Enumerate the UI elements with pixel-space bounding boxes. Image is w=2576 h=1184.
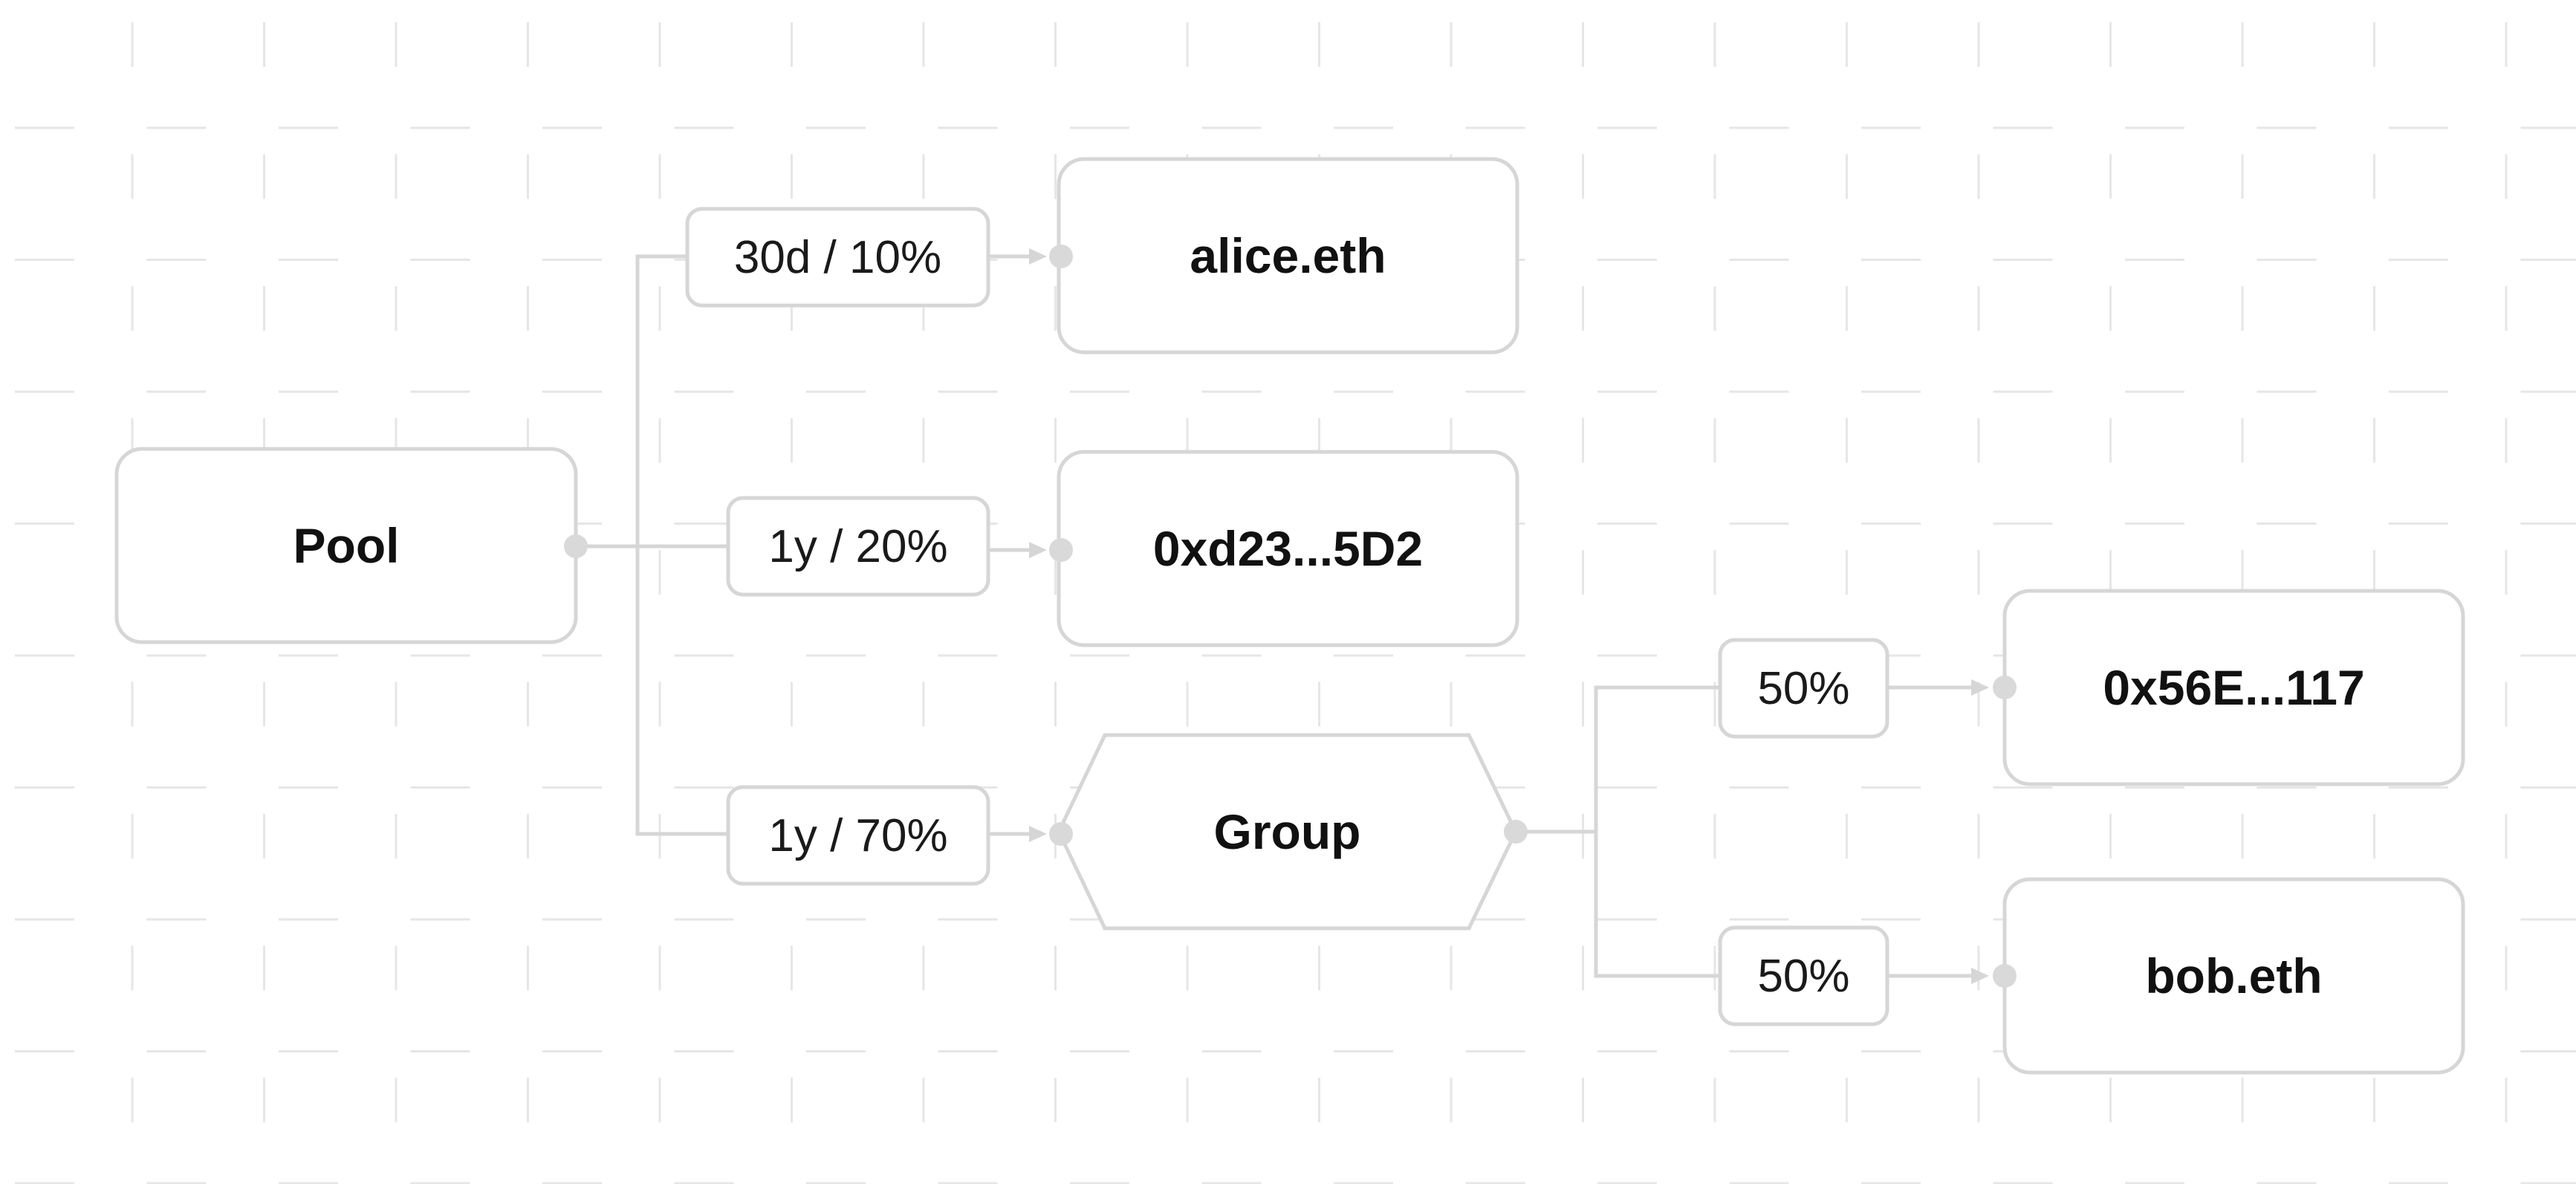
connector-group-bob bbox=[1594, 832, 1720, 978]
handle-pool-out[interactable] bbox=[564, 534, 588, 558]
node-bob-box bbox=[2002, 877, 2465, 1075]
handle-group-out[interactable] bbox=[1504, 820, 1528, 844]
arrowhead-bob bbox=[1971, 968, 1989, 984]
connector-pool-alice bbox=[577, 254, 687, 549]
handle-addr1-in[interactable] bbox=[1049, 538, 1073, 562]
handle-bob-in[interactable] bbox=[1993, 964, 2017, 988]
node-addr2-box bbox=[2002, 589, 2465, 786]
connector-pool-group bbox=[635, 546, 728, 836]
edge-label-addr2-box bbox=[1718, 638, 1889, 739]
edge-label-group-box bbox=[726, 785, 990, 886]
diagram-graphics bbox=[114, 157, 2465, 1075]
arrowhead-alice bbox=[1029, 248, 1047, 265]
handle-alice-in[interactable] bbox=[1049, 245, 1073, 268]
arrowhead-group bbox=[1029, 826, 1047, 842]
edge-label-bob-box bbox=[1718, 925, 1889, 1026]
edge-label-alice-box bbox=[685, 207, 990, 308]
arrowhead-addr2 bbox=[1971, 679, 1989, 696]
edge-label-addr1-box bbox=[726, 496, 990, 597]
node-addr1-box bbox=[1057, 450, 1519, 647]
node-pool-box bbox=[114, 447, 578, 644]
node-group-hexagon bbox=[1057, 733, 1518, 931]
connector-group-addr2 bbox=[1516, 685, 1720, 834]
arrowhead-addr1 bbox=[1029, 542, 1047, 558]
diagram-canvas: Pool alice.eth 0xd23...5D2 Group 0x56E..… bbox=[0, 0, 2576, 1184]
node-alice-box bbox=[1057, 157, 1519, 355]
handle-group-in[interactable] bbox=[1049, 822, 1073, 846]
handle-addr2-in[interactable] bbox=[1993, 676, 2017, 699]
